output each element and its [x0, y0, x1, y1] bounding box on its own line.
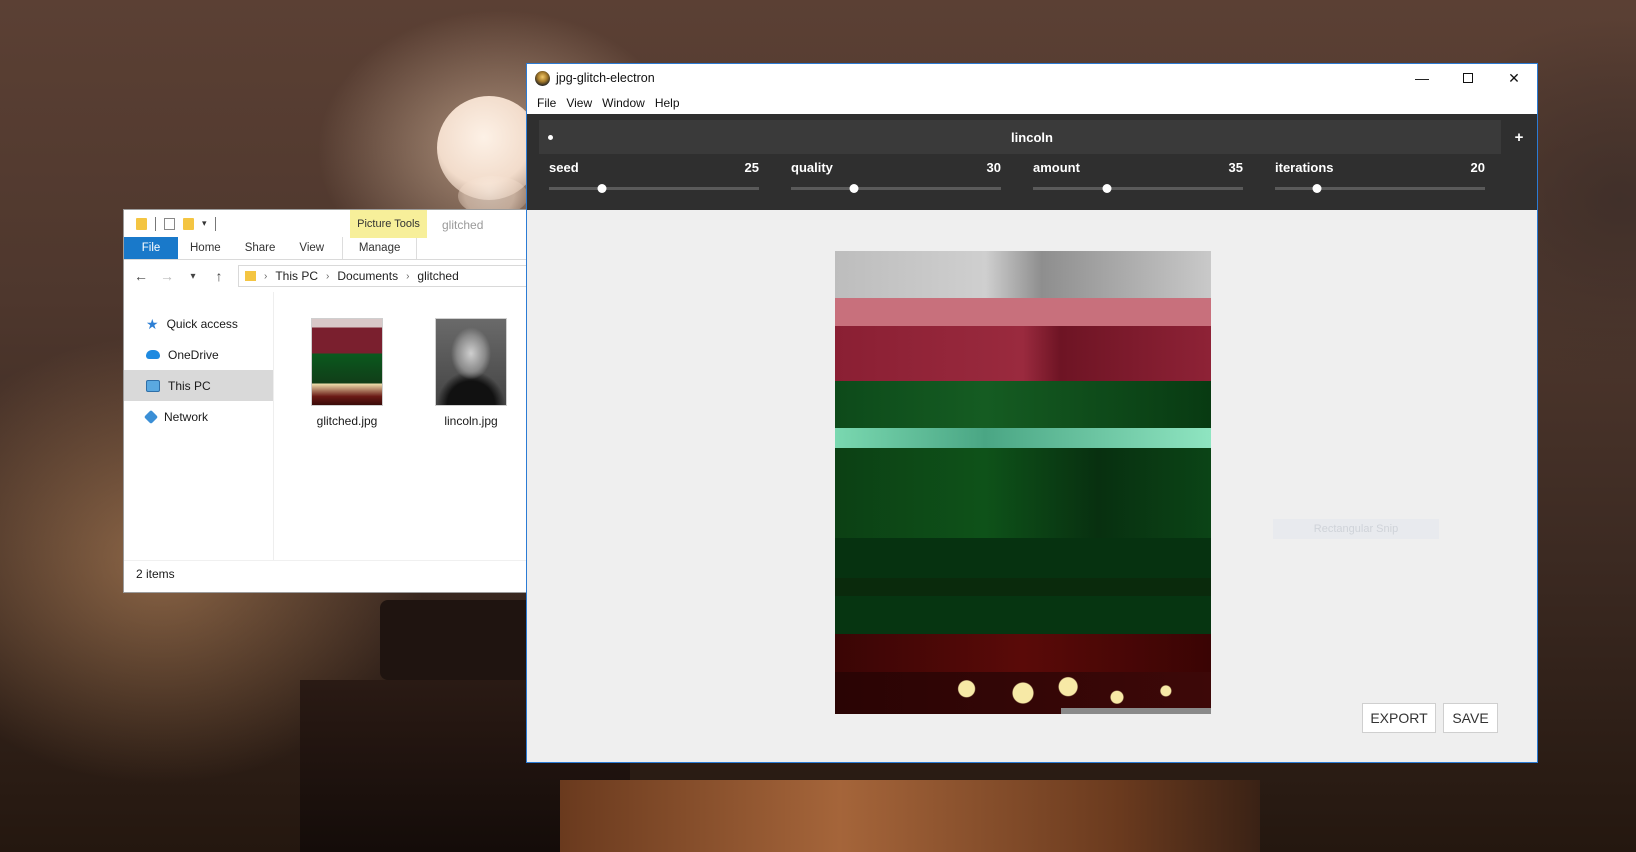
menu-file[interactable]: File: [532, 96, 561, 110]
sidebar-item-this-pc[interactable]: This PC: [124, 370, 273, 401]
add-tab-button[interactable]: +: [1501, 120, 1537, 154]
image-tab[interactable]: lincoln x +: [539, 120, 1537, 154]
file-name: glitched.jpg: [316, 414, 378, 428]
slider-label: quality: [791, 160, 833, 175]
sidebar-item-quick-access[interactable]: ★ Quick access: [124, 308, 273, 339]
slider-label: amount: [1033, 160, 1080, 175]
picture-tools-context-label: Picture Tools: [350, 210, 427, 238]
cloud-icon: [146, 350, 160, 359]
chevron-right-icon: ›: [406, 270, 410, 282]
slider-track[interactable]: [791, 184, 1001, 193]
breadcrumb-documents[interactable]: Documents: [337, 269, 398, 283]
sidebar-item-network[interactable]: Network: [124, 401, 273, 432]
maximize-button[interactable]: [1445, 64, 1491, 92]
slider-handle[interactable]: [597, 184, 606, 193]
recent-locations-chevron-icon[interactable]: ▾: [186, 271, 200, 282]
slider-label: iterations: [1275, 160, 1334, 175]
file-explorer-window: ▾ Picture Tools glitched File Home Share…: [123, 209, 534, 593]
slider-label: seed: [549, 160, 579, 175]
menu-window[interactable]: Window: [597, 96, 650, 110]
slider-track[interactable]: [549, 184, 759, 193]
tab-share[interactable]: Share: [233, 237, 288, 259]
slider-value: 30: [986, 160, 1001, 175]
chevron-right-icon: ›: [326, 270, 330, 282]
slider-value: 35: [1228, 160, 1243, 175]
title-bar: jpg-glitch-electron — ✕: [527, 64, 1537, 92]
breadcrumb-this-pc[interactable]: This PC: [275, 269, 318, 283]
window-controls: — ✕: [1399, 64, 1537, 92]
slider-track[interactable]: [1033, 184, 1243, 193]
menu-bar: File View Window Help: [527, 92, 1537, 114]
close-button[interactable]: ✕: [1491, 64, 1537, 92]
window-title: jpg-glitch-electron: [556, 71, 655, 85]
tab-file[interactable]: File: [124, 237, 178, 259]
rectangular-snip-ghost: Rectangular Snip: [1273, 519, 1439, 539]
breadcrumb[interactable]: › This PC › Documents › glitched: [238, 265, 534, 287]
folder-icon[interactable]: [136, 217, 147, 230]
slider-value: 20: [1470, 160, 1485, 175]
canvas-area: Rectangular Snip EXPORT SAVE: [527, 210, 1537, 733]
app-icon: [535, 70, 550, 86]
iterations-slider[interactable]: iterations 20: [1265, 160, 1485, 193]
glitched-image-preview: [835, 251, 1211, 714]
menu-view[interactable]: View: [561, 96, 597, 110]
amount-slider[interactable]: amount 35: [1023, 160, 1243, 193]
star-icon: ★: [146, 315, 159, 332]
address-bar: ← → ▾ ↑ › This PC › Documents › glitched: [124, 260, 534, 292]
sidebar-item-label: Quick access: [166, 316, 238, 331]
slider-track[interactable]: [1275, 184, 1485, 193]
maximize-icon: [1463, 73, 1473, 83]
seed-slider[interactable]: seed 25: [539, 160, 759, 193]
file-thumbnail: [311, 318, 383, 406]
chevron-right-icon: ›: [264, 270, 268, 282]
wallpaper-wood: [560, 780, 1260, 852]
breadcrumb-glitched[interactable]: glitched: [417, 269, 458, 283]
file-name: lincoln.jpg: [444, 414, 498, 428]
minimize-button[interactable]: —: [1399, 64, 1445, 92]
slider-handle[interactable]: [849, 184, 859, 193]
network-icon: [143, 409, 159, 424]
file-list: glitched.jpg lincoln.jpg: [274, 292, 532, 560]
sidebar-item-label: Network: [164, 409, 209, 424]
back-arrow-icon[interactable]: ←: [134, 268, 148, 284]
tab-home[interactable]: Home: [178, 237, 233, 259]
sidebar-item-onedrive[interactable]: OneDrive: [124, 339, 273, 370]
sidebar-item-label: This PC: [168, 378, 211, 393]
controls-panel: lincoln x + seed 25 quality 30: [527, 114, 1537, 210]
tab-view[interactable]: View: [287, 237, 336, 259]
computer-icon: [146, 379, 160, 392]
file-item-lincoln[interactable]: lincoln.jpg: [428, 318, 514, 560]
divider: [214, 216, 216, 231]
file-thumbnail: [435, 318, 507, 406]
slider-handle[interactable]: [1102, 184, 1111, 193]
ribbon-tabs: File Home Share View Manage: [124, 237, 532, 260]
slider-handle[interactable]: [1312, 184, 1322, 193]
quality-slider[interactable]: quality 30: [781, 160, 1001, 193]
item-count: 2 items: [136, 566, 175, 581]
glitch-app-window: jpg-glitch-electron — ✕ File View Window…: [526, 63, 1538, 763]
up-arrow-icon[interactable]: ↑: [212, 268, 226, 284]
export-button[interactable]: EXPORT: [1362, 703, 1436, 733]
navigation-pane: ★ Quick access OneDrive This PC Network: [124, 292, 274, 560]
tab-title: lincoln: [1011, 129, 1053, 145]
status-bar: 2 items: [124, 560, 532, 586]
properties-icon[interactable]: [164, 217, 175, 230]
slider-value: 25: [744, 160, 759, 175]
save-button[interactable]: SAVE: [1443, 703, 1498, 733]
chevron-down-icon[interactable]: ▾: [202, 218, 207, 229]
forward-arrow-icon[interactable]: →: [160, 268, 174, 284]
menu-help[interactable]: Help: [650, 96, 685, 110]
unsaved-dot-icon: [548, 134, 553, 140]
tab-manage[interactable]: Manage: [342, 237, 418, 259]
slider-group: seed 25 quality 30 amount 35 iterations …: [539, 154, 1525, 193]
sidebar-item-label: OneDrive: [168, 347, 219, 362]
new-folder-icon[interactable]: [183, 217, 194, 230]
divider: [155, 216, 156, 231]
file-item-glitched[interactable]: glitched.jpg: [304, 318, 390, 560]
folder-icon: [245, 271, 256, 281]
window-title: glitched: [442, 218, 484, 232]
